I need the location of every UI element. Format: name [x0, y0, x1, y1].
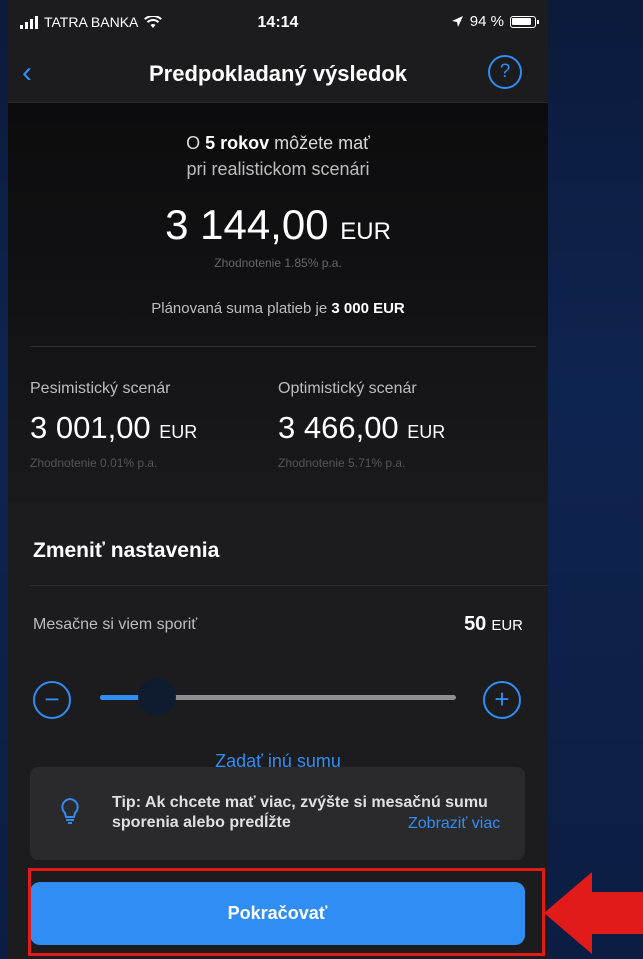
- monthly-currency: EUR: [491, 617, 523, 634]
- result-scenario-text: pri realistickom scenári: [186, 159, 370, 179]
- savings-slider-thumb[interactable]: [137, 678, 176, 716]
- location-arrow-icon: [451, 16, 463, 27]
- settings-title: Zmeniť nastavenia: [33, 539, 220, 562]
- optimistic-scenario: Optimistický scenár 3 466,00 EUR Zhodnot…: [278, 380, 518, 470]
- help-icon[interactable]: ?: [488, 55, 522, 89]
- monthly-amount: 50: [464, 613, 487, 635]
- nav-bar: ‹ Predpokladaný výsledok ?: [8, 48, 548, 103]
- status-right: 94 %: [451, 13, 539, 30]
- realistic-appreciation: Zhodnotenie 1.85% p.a.: [214, 256, 342, 270]
- pessimistic-label: Pesimistický scenár: [30, 380, 171, 397]
- pessimistic-appreciation: Zhodnotenie 0.01% p.a.: [30, 456, 158, 470]
- increase-button[interactable]: +: [483, 681, 521, 719]
- divider: [30, 585, 548, 586]
- highlight-frame: [28, 868, 545, 956]
- optimistic-amount: 3 466,00 EUR: [278, 410, 518, 446]
- monthly-savings-label: Mesačne si viem sporiť: [33, 616, 198, 633]
- planned-sum-value: 3 000 EUR: [331, 300, 405, 317]
- tip-banner: Tip: Ak chcete mať viac, zvýšte si mesač…: [30, 767, 525, 860]
- optimistic-appreciation: Zhodnotenie 5.71% p.a.: [278, 456, 406, 470]
- phone-screen: TATRA BANKA 14:14 94 % ‹ Predpokladaný v…: [8, 0, 548, 959]
- result-card: O 5 rokov môžete mať pri realistickom sc…: [8, 103, 548, 503]
- pessimistic-amount: 3 001,00 EUR: [30, 410, 270, 446]
- optimistic-label: Optimistický scenár: [278, 380, 417, 397]
- battery-icon: [510, 15, 539, 28]
- realistic-amount: 3 144,00 EUR: [8, 201, 548, 249]
- intro-years: 5 rokov: [205, 133, 270, 153]
- page-title: Predpokladaný výsledok: [149, 61, 407, 86]
- pessimistic-currency: EUR: [159, 422, 198, 442]
- realistic-amount-currency: EUR: [340, 218, 391, 245]
- intro-pre: O: [186, 133, 206, 153]
- divider: [30, 346, 536, 347]
- red-arrow-icon: [544, 872, 643, 954]
- monthly-savings-value: 50 EUR: [464, 613, 523, 636]
- decrease-button[interactable]: −: [33, 681, 71, 719]
- realistic-amount-value: 3 144,00: [165, 201, 329, 248]
- battery-percent: 94 %: [469, 13, 504, 30]
- pessimistic-scenario: Pesimistický scenár 3 001,00 EUR Zhodnot…: [30, 380, 270, 470]
- show-more-link[interactable]: Zobraziť viac: [400, 815, 501, 833]
- result-intro: O 5 rokov môžete mať: [8, 133, 548, 154]
- status-bar: TATRA BANKA 14:14 94 %: [8, 0, 548, 48]
- lightbulb-icon: [61, 797, 79, 824]
- intro-post: môžete mať: [269, 133, 370, 153]
- optimistic-currency: EUR: [407, 422, 446, 442]
- planned-sum-label: Plánovaná suma platieb je: [151, 300, 332, 317]
- pessimistic-amount-value: 3 001,00: [30, 410, 151, 445]
- optimistic-amount-value: 3 466,00: [278, 410, 399, 445]
- planned-sum: Plánovaná suma platieb je 3 000 EUR: [8, 300, 548, 317]
